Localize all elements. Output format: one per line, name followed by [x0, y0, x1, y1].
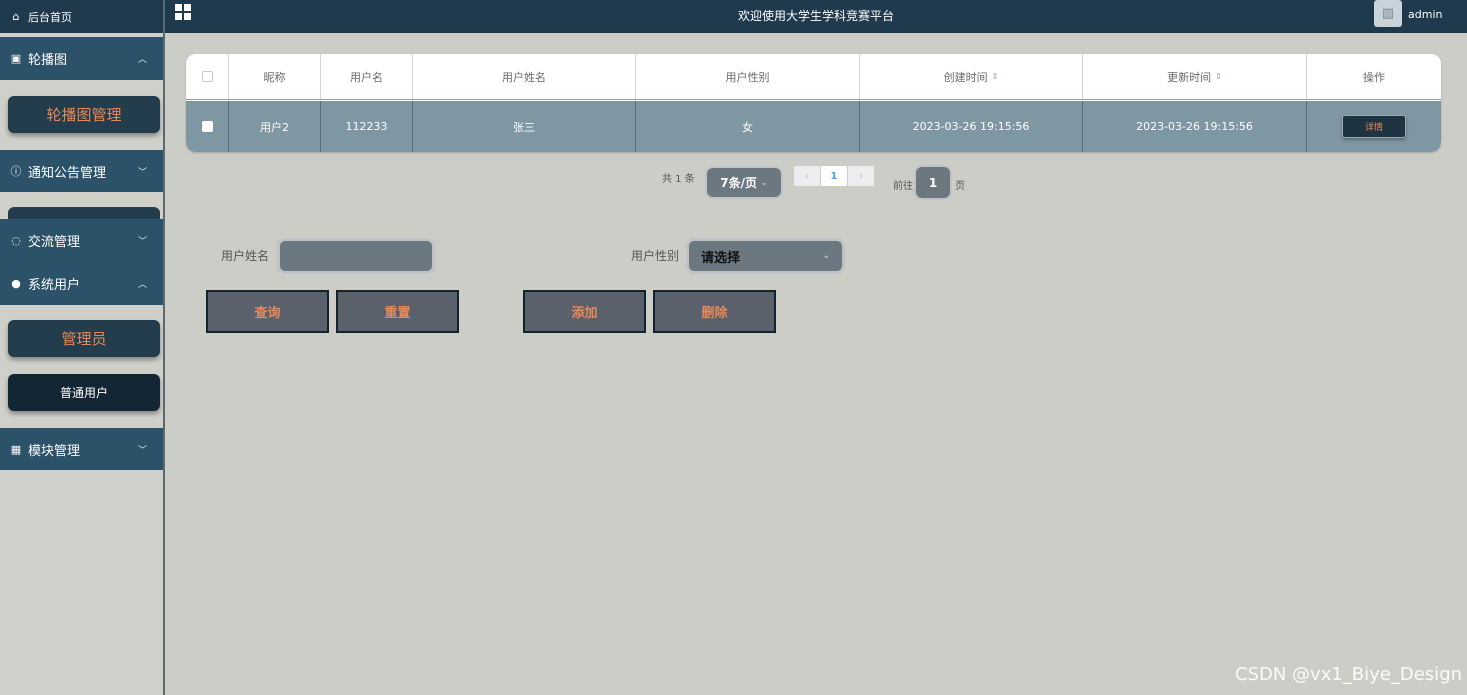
name-search-input[interactable] [277, 238, 435, 274]
user-icon: ● [11, 277, 21, 290]
table-row: 用户2 112233 张三 女 2023-03-26 19:15:56 2023… [186, 101, 1441, 152]
sidebar-group-label: 通知公告管理 [28, 165, 107, 181]
sidebar-group-modules[interactable]: ▦ 模块管理 ﹀ [0, 428, 163, 470]
cell-gender: 女 [636, 101, 860, 152]
page-size-value: 7条/页 [720, 176, 758, 190]
reset-button[interactable]: 重置 [336, 290, 459, 333]
delete-button[interactable]: 删除 [653, 290, 776, 333]
column-header: 用户姓名 [413, 54, 636, 99]
cell-username: 112233 [321, 101, 413, 152]
chevron-down-icon: ⌄ [822, 251, 830, 261]
user-table: 昵称 用户名 用户姓名 用户性别 创建时间 ⇕ 更新时间 ⇕ 操作 用户2 1122… [186, 54, 1441, 152]
sidebar-group-label: 交流管理 [28, 235, 81, 250]
image-icon: ▨ [1381, 6, 1395, 21]
column-header-label: 更新时间 [1167, 70, 1212, 84]
prev-page-button[interactable]: ‹ [794, 166, 820, 186]
sidebar-group-label: 模块管理 [28, 443, 81, 459]
sidebar-group-label: 轮播图 [28, 53, 68, 68]
page-suffix: 页 [955, 181, 965, 192]
top-bar: 欢迎使用大学生学科竞赛平台 ▨ admin [165, 0, 1467, 33]
goto-label: 前往 [893, 181, 913, 192]
checkbox[interactable] [201, 121, 213, 132]
grid-icon: ▦ [10, 442, 22, 456]
chat-icon: ◌ [11, 234, 21, 247]
query-button[interactable]: 查询 [206, 290, 329, 333]
sidebar-item-carousel-management[interactable]: 轮播图管理 [8, 96, 160, 133]
chevron-down-icon: ﹀ [137, 167, 147, 178]
column-header-updated[interactable]: 更新时间 ⇕ [1083, 54, 1307, 99]
checkbox[interactable] [201, 71, 213, 82]
sidebar-group-label: 系统用户 [28, 278, 81, 293]
sidebar-group-notice[interactable]: ⓘ 通知公告管理 ﹀ [0, 150, 163, 192]
row-select[interactable] [186, 101, 229, 152]
name-label: 用户姓名 [221, 249, 270, 263]
page-number-1[interactable]: 1 [821, 166, 847, 186]
page-size-select[interactable]: 7条/页 ⌄ [705, 166, 783, 199]
column-header-created[interactable]: 创建时间 ⇕ [860, 54, 1083, 99]
column-header: 昵称 [229, 54, 321, 99]
column-header: 用户名 [321, 54, 413, 99]
sidebar-item-home[interactable]: ⌂ 后台首页 [0, 0, 163, 33]
column-header-label: 创建时间 [943, 70, 988, 84]
next-page-button[interactable]: › [848, 166, 874, 186]
sidebar-group-system-users[interactable]: ● 系统用户 ︿ [0, 262, 163, 305]
page-title: 欢迎使用大学生学科竞赛平台 [737, 9, 894, 23]
sidebar-item-label: 普通用户 [59, 386, 108, 400]
goto-page-input[interactable]: 1 [914, 165, 952, 200]
detail-button[interactable]: 详情 [1342, 115, 1406, 138]
home-icon: ⌂ [12, 10, 20, 23]
gender-select-value: 请选择 [701, 250, 741, 266]
column-header: 操作 [1363, 70, 1385, 84]
chevron-down-icon: ⌄ [761, 178, 768, 187]
username[interactable]: admin [1408, 8, 1442, 21]
chevron-down-icon: ﹀ [137, 445, 147, 456]
pagination-total: 共 1 条 [662, 174, 695, 185]
sidebar-item-admin[interactable]: 管理员 [8, 320, 160, 357]
sidebar-item-label: 轮播图管理 [46, 106, 122, 124]
sidebar-item-normal-user[interactable]: 普通用户 [8, 374, 160, 411]
cell-updated: 2023-03-26 19:15:56 [1083, 101, 1307, 152]
sidebar: ⌂ 后台首页 ▣ 轮播图 ︿ 轮播图管理 ⓘ 通知公告管理 ﹀ ◌ 交流管理 ﹀… [0, 0, 165, 695]
column-header: 用户性别 [636, 54, 860, 99]
sidebar-group-exchange[interactable]: ◌ 交流管理 ﹀ [0, 219, 163, 262]
sort-icon[interactable]: ⇕ [992, 72, 999, 81]
gender-label: 用户性别 [631, 249, 680, 263]
chevron-up-icon: ︿ [137, 55, 147, 65]
info-icon: ⓘ [10, 165, 22, 178]
table-header: 昵称 用户名 用户姓名 用户性别 创建时间 ⇕ 更新时间 ⇕ 操作 [186, 54, 1441, 100]
header-select-all[interactable] [186, 54, 229, 99]
gender-select[interactable]: 请选择 ⌄ [686, 238, 845, 274]
cell-created: 2023-03-26 19:15:56 [860, 101, 1083, 152]
chevron-down-icon: ﹀ [137, 237, 147, 247]
cell-name: 张三 [413, 101, 636, 152]
chevron-up-icon: ︿ [137, 280, 147, 290]
sort-icon[interactable]: ⇕ [1215, 72, 1222, 81]
sidebar-item-label: 管理员 [61, 330, 107, 348]
sidebar-group-carousel[interactable]: ▣ 轮播图 ︿ [0, 37, 163, 80]
cell-nickname: 用户2 [229, 101, 321, 152]
cell-actions: 详情 [1307, 101, 1441, 152]
watermark: CSDN @vx1_Biye_Design [1235, 664, 1463, 685]
sidebar-item-label: 后台首页 [28, 10, 72, 24]
add-button[interactable]: 添加 [523, 290, 646, 333]
image-icon: ▣ [10, 52, 22, 65]
avatar[interactable]: ▨ [1374, 0, 1402, 27]
